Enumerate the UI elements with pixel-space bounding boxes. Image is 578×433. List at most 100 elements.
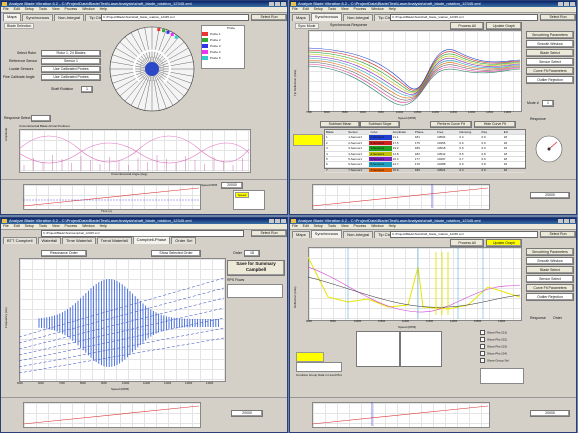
- plot-checkbox[interactable]: Show Plot (S4): [480, 351, 507, 356]
- menu-view[interactable]: View: [52, 7, 60, 11]
- probe-row[interactable]: Probe 5: [202, 56, 242, 61]
- probe-row[interactable]: Probe 4: [202, 50, 242, 55]
- tab-order-sel[interactable]: Order Sel: [171, 237, 197, 244]
- menu-process[interactable]: Process: [65, 7, 78, 11]
- probe-row[interactable]: Probe 2: [202, 38, 242, 43]
- tab-campbell-phase[interactable]: Campbell-Phase: [132, 236, 171, 244]
- tab-synchronous[interactable]: Synchronous: [310, 230, 343, 238]
- tab-synchronous[interactable]: Synchronous: [21, 14, 54, 21]
- side-panel-control[interactable]: Curve Fit Parameters: [526, 67, 574, 75]
- speed-value-field[interactable]: 20000: [530, 410, 570, 417]
- side-panel-control[interactable]: Smooth Window: [526, 40, 574, 48]
- tab-time-waterfall[interactable]: Time Waterfall: [62, 237, 96, 244]
- speed-value-field[interactable]: 20000: [530, 192, 570, 199]
- locate-sensors-dropdown[interactable]: Use Calibrated Probes: [41, 66, 101, 73]
- menu-tools[interactable]: Tools: [39, 7, 47, 11]
- menu-setup[interactable]: Setup: [314, 7, 323, 11]
- speed-value-field[interactable]: 20000: [231, 410, 263, 417]
- menu-setup[interactable]: Setup: [314, 224, 323, 228]
- side-panel-control[interactable]: Outlier Rejection: [526, 76, 574, 84]
- side-panel-control[interactable]: Curve Fit Parameters: [526, 284, 574, 292]
- menu-tools[interactable]: Tools: [328, 224, 336, 228]
- table-header-cell[interactable]: Damping: [458, 130, 480, 134]
- speed-value-field[interactable]: 20000: [221, 182, 243, 189]
- process-all-button[interactable]: Process All: [450, 239, 484, 247]
- perform-curve-fit-button[interactable]: Perform Curve Fit: [430, 121, 472, 128]
- window-title-bar[interactable]: Analyze Blade Vibration 6.2 - C:\Project…: [1, 218, 287, 224]
- menu-file[interactable]: File: [292, 224, 298, 228]
- maximize-icon[interactable]: [275, 2, 280, 6]
- file-path-field[interactable]: C:\Project\Blade\Test\shaft_blade_rotati…: [101, 14, 249, 21]
- file-path-field[interactable]: C:\Project\Blade\Test\shaft_blade_rotati…: [390, 231, 538, 238]
- tab-maps[interactable]: Maps: [3, 13, 21, 21]
- sensor-marker[interactable]: [157, 28, 161, 32]
- menu-view[interactable]: View: [52, 224, 60, 228]
- update-graph-button[interactable]: Update Graph: [486, 22, 522, 30]
- menu-process[interactable]: Process: [354, 224, 367, 228]
- menu-edit[interactable]: Edit: [14, 224, 20, 228]
- side-panel-control[interactable]: Blade Select: [526, 266, 574, 274]
- sensor-marker[interactable]: [174, 35, 178, 39]
- tab-non-integral[interactable]: Non-Integral: [343, 231, 374, 238]
- menu-window[interactable]: Window: [371, 224, 383, 228]
- maximize-icon[interactable]: [564, 219, 569, 223]
- side-panel-control[interactable]: Outlier Rejection: [526, 293, 574, 301]
- menu-help[interactable]: Help: [100, 224, 107, 228]
- table-header-cell[interactable]: Color: [369, 130, 391, 134]
- table-header-cell[interactable]: Rsq: [481, 130, 503, 134]
- minimize-icon[interactable]: [269, 2, 274, 6]
- table-header-cell[interactable]: Freq: [436, 130, 458, 134]
- tab-waterfall[interactable]: Waterfall: [37, 237, 62, 244]
- side-panel-control[interactable]: Smoothing Parameters: [526, 248, 574, 256]
- menu-view[interactable]: View: [341, 224, 349, 228]
- window-title-bar[interactable]: Analyze Blade Vibration 6.2 - C:\Project…: [1, 1, 287, 7]
- minimize-icon[interactable]: [558, 219, 563, 223]
- menu-help[interactable]: Help: [389, 7, 396, 11]
- sub-tab-blade-selection[interactable]: Blade Selection: [4, 23, 35, 29]
- response-select[interactable]: [31, 115, 51, 122]
- menu-process[interactable]: Process: [354, 7, 367, 11]
- checkbox-icon[interactable]: [480, 344, 485, 349]
- mode-input[interactable]: 1: [542, 100, 554, 107]
- plot-checkbox[interactable]: Show Plot (S2): [480, 337, 507, 342]
- w4-sensor-list[interactable]: [400, 331, 442, 367]
- side-panel-control[interactable]: Sensor Select: [526, 275, 574, 283]
- minimize-icon[interactable]: [558, 2, 563, 6]
- menu-tools[interactable]: Tools: [39, 224, 47, 228]
- sensor-marker[interactable]: [161, 29, 165, 33]
- file-path-field[interactable]: C:\Project\Blade\Test\shaft_blade_rotati…: [390, 14, 538, 21]
- menu-file[interactable]: File: [292, 7, 298, 11]
- table-header-cell[interactable]: Amplitude: [392, 130, 414, 134]
- blade-select-list[interactable]: [296, 362, 342, 372]
- close-icon[interactable]: [570, 219, 575, 223]
- response-dial-icon[interactable]: [533, 133, 565, 165]
- side-panel-control[interactable]: Sensor Select: [526, 58, 574, 66]
- tab-maps[interactable]: Maps: [292, 231, 310, 238]
- window-title-bar[interactable]: Analyze Blade Vibration 6.2 - C:\Project…: [290, 218, 576, 224]
- plot-checkbox[interactable]: Show Group Sel.: [480, 358, 510, 363]
- plot-checkbox[interactable]: Show Plot (S3): [480, 344, 507, 349]
- close-icon[interactable]: [281, 219, 286, 223]
- select-run-button[interactable]: Select Run: [251, 14, 287, 21]
- select-rotor-dropdown[interactable]: Rotor 1, 24 Blades: [41, 50, 101, 57]
- menu-window[interactable]: Window: [82, 224, 94, 228]
- w4-blade-list[interactable]: [356, 331, 400, 367]
- probe-row[interactable]: Probe 3: [202, 44, 242, 49]
- tab-btt-campbell[interactable]: BTT Campbell: [3, 237, 37, 244]
- menu-help[interactable]: Help: [100, 7, 107, 11]
- menu-file[interactable]: File: [3, 224, 9, 228]
- checkbox-icon[interactable]: [480, 351, 485, 356]
- side-panel-control[interactable]: Smoothing Parameters: [526, 31, 574, 39]
- menu-edit[interactable]: Edit: [303, 224, 309, 228]
- sensor-marker[interactable]: [170, 33, 174, 37]
- process-all-button[interactable]: Process All: [450, 22, 484, 30]
- subtract-mean-button[interactable]: Subtract Mean: [320, 121, 360, 128]
- menu-window[interactable]: Window: [82, 7, 94, 11]
- close-icon[interactable]: [281, 2, 286, 6]
- show-selected-order-select[interactable]: Show Selected Order: [151, 250, 201, 257]
- menu-tools[interactable]: Tools: [328, 7, 336, 11]
- menu-window[interactable]: Window: [371, 7, 383, 11]
- tab-trend-waterfall[interactable]: Trend Waterfall: [96, 237, 132, 244]
- plot-checkbox[interactable]: Show Plot (S1): [480, 330, 507, 335]
- sub-tab-sync-mode[interactable]: Sync Mode: [295, 23, 319, 29]
